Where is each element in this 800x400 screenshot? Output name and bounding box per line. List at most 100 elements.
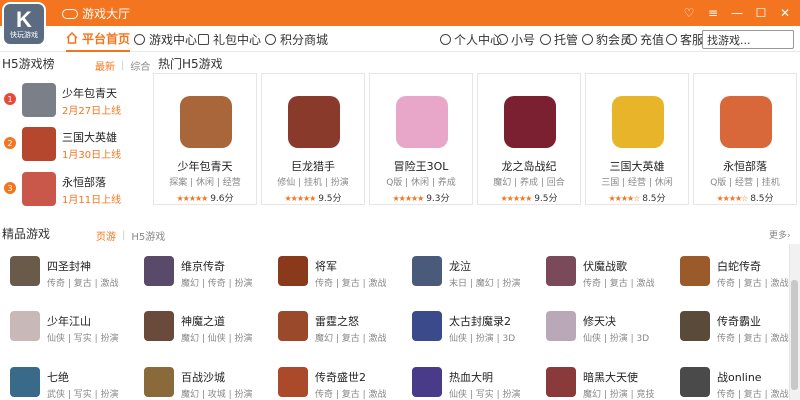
app-logo[interactable]: K 快玩游戏 — [2, 2, 46, 46]
game-name: 四圣封神 — [47, 260, 91, 273]
tab-home[interactable]: 平台首页 — [66, 26, 131, 52]
hot-game-card[interactable]: 冒险王3OL Q版 | 休闲 | 养成 ★★★★★ 9.3分 — [369, 73, 473, 205]
hot-game-card[interactable]: 龙之岛战纪 魔幻 | 养成 | 回合 ★★★★★ 9.5分 — [477, 73, 581, 205]
featured-game-item[interactable]: 传奇霸业 传奇 | 复古 | 激战 — [680, 311, 800, 351]
rank-number: 1 — [4, 93, 16, 105]
nav-support[interactable]: 客服 — [666, 26, 704, 52]
rank-number: 3 — [4, 182, 16, 194]
featured-game-item[interactable]: 维京传奇魔幻 | 传奇 | 扮演 — [144, 256, 274, 296]
featured-title: 精品游戏 — [2, 227, 51, 241]
maximize-button[interactable]: ☐ — [750, 2, 772, 24]
nav-user-center[interactable]: 个人中心 — [440, 26, 502, 52]
game-thumbnail — [412, 256, 442, 286]
rank-item[interactable]: 1 少年包青天 2月27日上线 — [2, 83, 148, 117]
tab-gift-center-label: 礼包中心 — [213, 32, 262, 47]
tab-game-center[interactable]: 游戏中心 — [134, 26, 197, 52]
rank-game-name: 三国大英雄 — [62, 131, 117, 144]
featured-game-item[interactable]: 传奇盛世2 传奇 | 复古 | 激战 — [278, 367, 408, 400]
home-icon — [66, 31, 78, 44]
game-thumbnail — [278, 367, 308, 397]
tab-latest[interactable]: 最新 — [95, 58, 115, 73]
hot-game-card[interactable]: 少年包青天 探案 | 休闲 | 经营 ★★★★★ 9.6分 — [153, 73, 257, 205]
game-tags: 传奇 | 复古 | 激战 — [315, 279, 387, 289]
more-link[interactable]: 更多› — [769, 228, 791, 241]
featured-game-item[interactable]: 修天决 仙侠 | 扮演 | 3D — [546, 311, 676, 351]
nav-alt-account[interactable]: 小号 — [497, 26, 535, 52]
skin-icon[interactable]: ♡ — [678, 2, 700, 24]
featured-game-item[interactable]: 四圣封神传奇 | 复古 | 激战 — [10, 256, 140, 296]
featured-game-item[interactable]: 百战沙城 魔幻 | 攻城 | 扮演 — [144, 367, 274, 400]
star-rating-icon: ★★★★☆ — [608, 194, 640, 203]
game-name: 传奇盛世2 — [315, 371, 366, 384]
game-name: 雷霆之怒 — [315, 315, 359, 328]
featured-game-item[interactable]: 神魔之道 魔幻 | 仙侠 | 扮演 — [144, 311, 274, 351]
game-thumbnail — [144, 256, 174, 286]
game-tags: 传奇 | 复古 | 激战 — [717, 279, 789, 289]
game-tags: 仙侠 | 写实 | 扮演 — [47, 334, 119, 344]
featured-game-item[interactable]: 伏魔战歌 传奇 | 复古 | 激战 — [546, 256, 676, 296]
game-tags: 传奇 | 复古 | 激战 — [47, 279, 119, 289]
featured-game-item[interactable]: 热血大明 仙侠 | 写实 | 扮演 — [412, 367, 542, 400]
nav-vip[interactable]: 豹会员 — [582, 26, 632, 52]
coins-icon — [265, 33, 276, 45]
window-controls: ♡ ≡ — ☐ ✕ — [678, 2, 796, 24]
game-thumbnail — [144, 311, 174, 341]
scrollbar-thumb[interactable] — [791, 280, 798, 390]
game-tags: 魔幻 | 传奇 | 扮演 — [181, 279, 253, 289]
featured-game-item[interactable]: 龙泣 末日 | 魔幻 | 扮演 — [412, 256, 542, 296]
featured-game-item[interactable]: 七绝 武侠 | 写实 | 扮演 — [10, 367, 140, 400]
headset-icon — [666, 33, 677, 45]
minimize-button[interactable]: — — [726, 2, 748, 24]
game-thumbnail — [680, 367, 710, 397]
tab-points-mall[interactable]: 积分商城 — [265, 26, 328, 52]
tab-overall[interactable]: 综合 — [130, 58, 150, 73]
close-button[interactable]: ✕ — [774, 2, 796, 24]
game-name: 将军 — [315, 260, 337, 273]
game-thumbnail — [680, 311, 710, 341]
game-tags: 传奇 | 复古 | 激战 — [315, 390, 387, 400]
featured-tabs: 页游 | H5游戏 — [96, 228, 165, 243]
logo-subtext: 快玩游戏 — [10, 31, 38, 39]
featured-game-item[interactable]: 白蛇传奇 传奇 | 复古 | 激战 — [680, 256, 800, 296]
tab-gift-center[interactable]: 礼包中心 — [198, 26, 261, 52]
hot-game-card[interactable]: 巨龙猎手 修仙 | 挂机 | 扮演 ★★★★★ 9.5分 — [261, 73, 365, 205]
search-input[interactable] — [702, 30, 794, 49]
menu-icon[interactable]: ≡ — [702, 2, 724, 24]
hot-game-rating: ★★★★★ 9.3分 — [370, 191, 472, 204]
game-name: 维京传奇 — [181, 260, 225, 273]
game-name: 百战沙城 — [181, 371, 225, 384]
game-tags: 仙侠 | 扮演 | 3D — [583, 334, 650, 344]
game-name: 暗黑大天使 — [583, 371, 638, 384]
hot-game-card[interactable]: 永恒部落 Q版 | 经营 | 挂机 ★★★★☆ 8.5分 — [693, 73, 797, 205]
game-tags: 传奇 | 复古 | 激战 — [717, 334, 789, 344]
featured-game-item[interactable]: 雷霆之怒 魔幻 | 复古 | 激战 — [278, 311, 408, 351]
tab-divider: | — [121, 60, 125, 71]
tab-h5-games[interactable]: H5游戏 — [131, 228, 165, 243]
featured-game-item[interactable]: 将军传奇 | 复古 | 激战 — [278, 256, 408, 296]
star-rating-icon: ★★★★★ — [392, 194, 424, 203]
featured-game-item[interactable]: 少年江山 仙侠 | 写实 | 扮演 — [10, 311, 140, 351]
rank-item[interactable]: 2 三国大英雄 1月30日上线 — [2, 127, 148, 161]
hot-game-rating: ★★★★☆ 8.5分 — [694, 191, 796, 204]
nav-recharge[interactable]: 充值 — [626, 26, 664, 52]
game-thumbnail — [612, 96, 664, 148]
featured-game-item[interactable]: 暗黑大天使 魔幻 | 扮演 | 竞技 — [546, 367, 676, 400]
tab-web-games[interactable]: 页游 — [96, 228, 116, 243]
rating-score: 9.6分 — [210, 194, 234, 204]
rank-release-date: 2月27日上线 — [62, 106, 122, 117]
game-thumbnail — [504, 96, 556, 148]
hot-game-rating: ★★★★★ 9.6分 — [154, 191, 256, 204]
rank-release-date: 1月11日上线 — [62, 195, 122, 206]
star-rating-icon: ★★★★☆ — [716, 194, 748, 203]
rank-item[interactable]: 3 永恒部落 1月11日上线 — [2, 172, 148, 206]
hot-game-rating: ★★★★☆ 8.5分 — [586, 191, 688, 204]
hot-game-name: 龙之岛战纪 — [501, 160, 557, 173]
game-name: 七绝 — [47, 371, 69, 384]
nav-hosting[interactable]: 托管 — [540, 26, 578, 52]
star-rating-icon: ★★★★★ — [500, 194, 532, 203]
featured-game-item[interactable]: 战online 传奇 | 复古 | 激战 — [680, 367, 800, 400]
nav-user-center-label: 个人中心 — [454, 32, 503, 47]
hot-game-card[interactable]: 三国大英雄 三国 | 经营 | 休闲 ★★★★☆ 8.5分 — [585, 73, 689, 205]
featured-game-item[interactable]: 太古封魔录2 仙侠 | 扮演 | 3D — [412, 311, 542, 351]
rating-score: 9.5分 — [318, 194, 342, 204]
